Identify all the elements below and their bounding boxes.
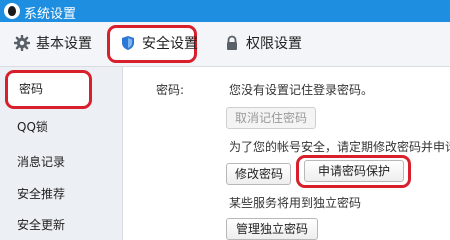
sidebar-item-label: QQ锁: [17, 120, 48, 134]
sidebar-item-security-recommend[interactable]: 安全推荐: [0, 179, 122, 209]
tab-basic-settings[interactable]: 基本设置: [14, 28, 92, 60]
qq-logo-icon: [4, 3, 20, 19]
independent-password-tip: 某些服务将用到独立密码: [229, 196, 362, 210]
sidebar-item-message-history[interactable]: 消息记录: [0, 147, 122, 177]
sidebar-item-qq-lock[interactable]: QQ锁: [0, 112, 122, 142]
tab-security-settings[interactable]: 安全设置: [107, 25, 198, 63]
sidebar-item-security-update[interactable]: 安全更新: [0, 210, 122, 240]
manage-independent-password-button[interactable]: 管理独立密码: [226, 218, 318, 240]
window-title: 系统设置: [24, 7, 77, 22]
clear-remembered-password-button[interactable]: 取消记住密码: [226, 107, 316, 129]
tab-security-label: 安全设置: [142, 36, 198, 52]
lock-icon: [227, 35, 237, 50]
tab-basic-label: 基本设置: [36, 36, 92, 52]
sidebar-item-label: 消息记录: [17, 155, 66, 169]
sidebar-item-label: 安全更新: [17, 218, 66, 232]
security-tip-text: 为了您的帐号安全，请定期修改密码并申请: [229, 140, 450, 154]
sidebar: 密码 QQ锁 消息记录 安全推荐 安全更新: [0, 67, 123, 240]
modify-password-button[interactable]: 修改密码: [226, 163, 291, 185]
password-panel: 密码: 您没有设置记住登录密码。 取消记住密码 为了您的帐号安全，请定期修改密码…: [123, 67, 450, 240]
gear-icon: [14, 35, 30, 51]
title-bar: 系统设置: [0, 0, 450, 22]
tab-permission-label: 权限设置: [246, 36, 302, 52]
password-field-label: 密码:: [156, 83, 185, 97]
no-remember-message: 您没有设置记住登录密码。: [229, 83, 374, 97]
sidebar-item-password[interactable]: 密码: [5, 70, 92, 109]
sidebar-item-label: 密码: [19, 82, 44, 96]
tab-bar: 基本设置 安全设置 权限设置: [0, 22, 450, 67]
apply-password-protection-button[interactable]: 申请密码保护: [304, 160, 404, 182]
tab-permission-settings[interactable]: 权限设置: [224, 28, 302, 60]
sidebar-item-label: 安全推荐: [17, 187, 66, 201]
shield-icon: [122, 36, 134, 50]
